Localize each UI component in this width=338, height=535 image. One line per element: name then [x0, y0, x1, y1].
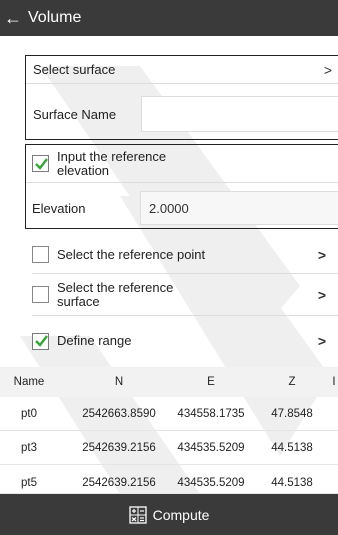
cell-z: 44.5138	[271, 477, 313, 489]
calculator-icon	[128, 505, 147, 524]
cell-e: 434535.5209	[177, 477, 245, 489]
compute-button[interactable]: Compute	[0, 494, 338, 535]
cell-name: pt5	[21, 477, 37, 489]
cell-n: 2542663.8590	[82, 407, 156, 420]
reference-elevation-checkbox[interactable]	[32, 155, 49, 172]
compute-label: Compute	[152, 506, 210, 523]
check-icon	[34, 335, 48, 347]
chevron-right-icon: >	[317, 286, 326, 303]
input-reference-elevation-row[interactable]: Input the reference elevation	[26, 145, 338, 183]
header-z: Z	[288, 376, 296, 388]
select-reference-point-row[interactable]: Select the reference point >	[32, 236, 338, 274]
select-surface-label: Select surface	[33, 62, 116, 77]
header-extra: I	[332, 376, 336, 388]
cell-e: 434535.5209	[177, 441, 245, 454]
table-row[interactable]: pt0 2542663.8590 434558.1735 47.8548	[0, 397, 338, 431]
select-reference-surface-row[interactable]: Select the reference surface >	[32, 274, 338, 316]
surface-name-input[interactable]	[141, 96, 338, 132]
cell-z: 44.5138	[271, 441, 313, 454]
surface-section: Select surface > Surface Name	[25, 55, 338, 140]
table-row[interactable]: pt5 2542639.2156 434535.5209 44.5138	[0, 468, 338, 494]
chevron-right-icon: >	[317, 333, 326, 349]
cell-name: pt0	[21, 407, 37, 420]
define-range-row[interactable]: Define range >	[32, 322, 338, 360]
define-range-label: Define range	[57, 333, 132, 348]
header-e: E	[207, 376, 215, 388]
cell-e: 434558.1735	[177, 407, 245, 420]
back-arrow-icon[interactable]: ←	[4, 9, 22, 27]
table-header: Name N E Z I	[0, 367, 338, 397]
cell-n: 2542639.2156	[82, 441, 156, 454]
page-title: Volume	[28, 9, 82, 26]
reference-elevation-section: Input the reference elevation Elevation …	[25, 144, 338, 229]
surface-name-label: Surface Name	[33, 106, 117, 122]
select-reference-surface-label: Select the reference surface	[57, 279, 174, 309]
table-row[interactable]: pt3 2542639.2156 434535.5209 44.5138	[0, 431, 338, 465]
chevron-right-icon: >	[317, 246, 326, 263]
input-reference-elevation-label: Input the reference elevation	[57, 148, 167, 178]
define-range-checkbox[interactable]	[32, 332, 49, 350]
elevation-input[interactable]: 2.0000	[140, 191, 338, 225]
elevation-label: Elevation	[32, 200, 86, 216]
select-reference-point-label: Select the reference point	[57, 246, 206, 262]
cell-z: 47.8548	[271, 407, 313, 420]
cell-n: 2542639.2156	[82, 477, 156, 489]
check-icon	[34, 157, 48, 170]
surface-name-row: Surface Name	[26, 94, 338, 134]
select-surface-row[interactable]: Select surface >	[26, 56, 338, 84]
chevron-right-icon: >	[323, 61, 332, 78]
app-header: ← Volume	[0, 0, 338, 36]
elevation-row: Elevation 2.0000	[26, 189, 338, 227]
reference-surface-checkbox[interactable]	[32, 286, 49, 303]
header-n: N	[114, 376, 124, 388]
reference-point-checkbox[interactable]	[32, 246, 49, 263]
header-name: Name	[13, 376, 45, 388]
cell-name: pt3	[21, 441, 37, 454]
